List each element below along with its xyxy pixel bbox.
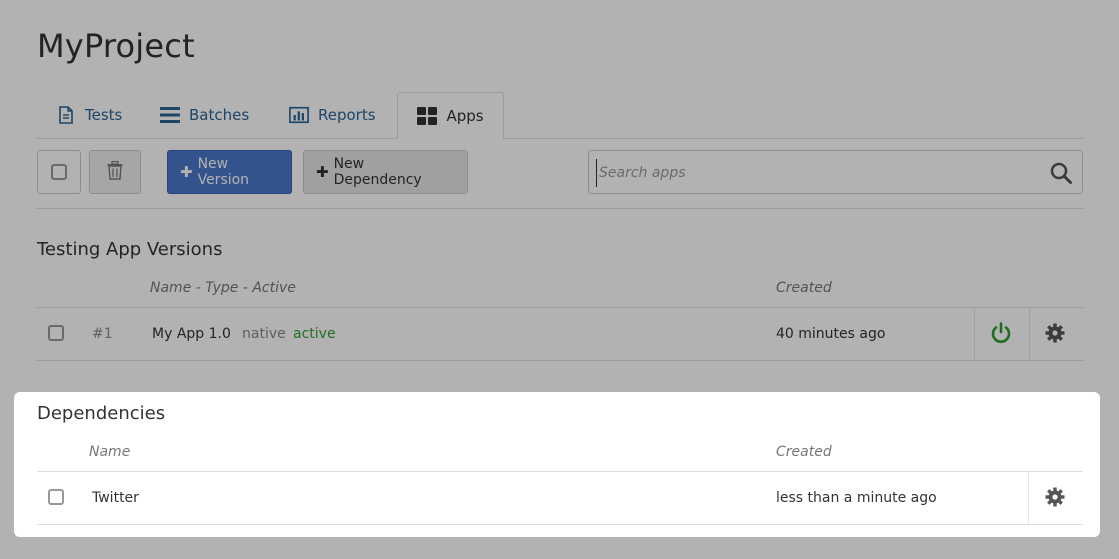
- divider: [37, 471, 1083, 472]
- dependencies-created-header: Created: [776, 444, 832, 460]
- dependencies-section: Dependencies Name Created Twitter less t…: [0, 0, 1119, 559]
- gear-icon[interactable]: [1045, 487, 1065, 511]
- row-checkbox[interactable]: [48, 489, 64, 509]
- dependencies-section-title: Dependencies: [37, 403, 166, 424]
- dependency-created: less than a minute ago: [776, 490, 937, 506]
- dependencies-name-header: Name: [89, 444, 131, 460]
- divider: [1028, 472, 1029, 524]
- dependency-name: Twitter: [92, 490, 139, 506]
- divider: [37, 524, 1083, 525]
